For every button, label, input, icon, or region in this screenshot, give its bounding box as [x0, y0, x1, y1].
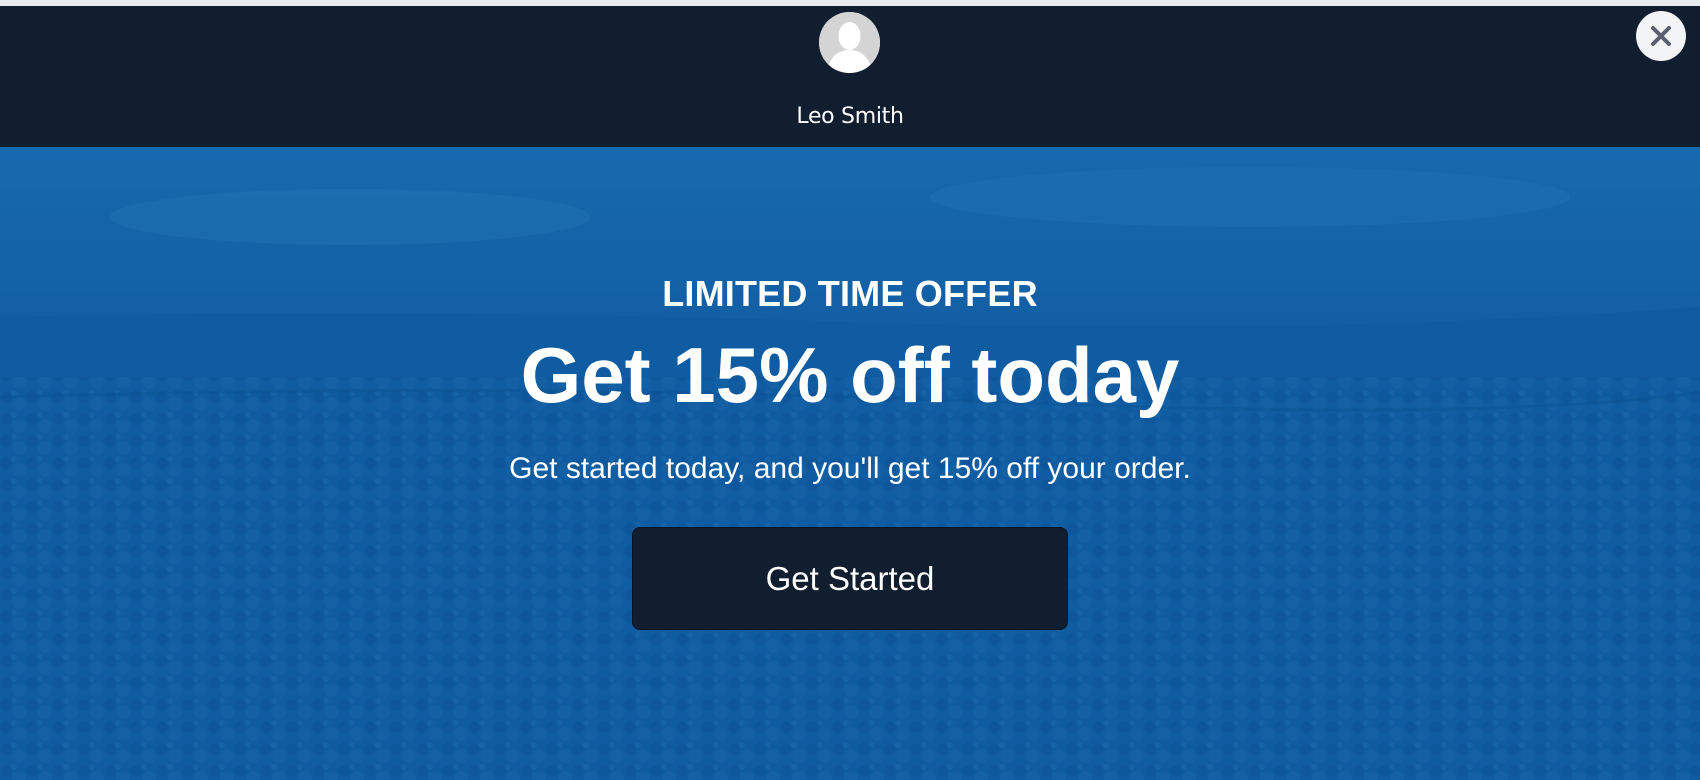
default-user-avatar-icon: [819, 12, 880, 73]
close-icon: [1651, 26, 1671, 46]
offer-eyebrow: LIMITED TIME OFFER: [662, 273, 1038, 314]
author-name: Leo Smith: [796, 104, 904, 129]
promo-popup: Leo Smith LIMITED TIME OFFER Get 15% off…: [0, 0, 1700, 780]
avatar: [819, 12, 880, 73]
popup-header: Leo Smith: [0, 6, 1700, 147]
get-started-button[interactable]: Get Started: [632, 527, 1068, 630]
hero-section: LIMITED TIME OFFER Get 15% off today Get…: [0, 147, 1700, 780]
offer-headline: Get 15% off today: [520, 331, 1180, 419]
close-button[interactable]: [1636, 11, 1686, 61]
offer-subtext: Get started today, and you'll get 15% of…: [509, 452, 1191, 485]
